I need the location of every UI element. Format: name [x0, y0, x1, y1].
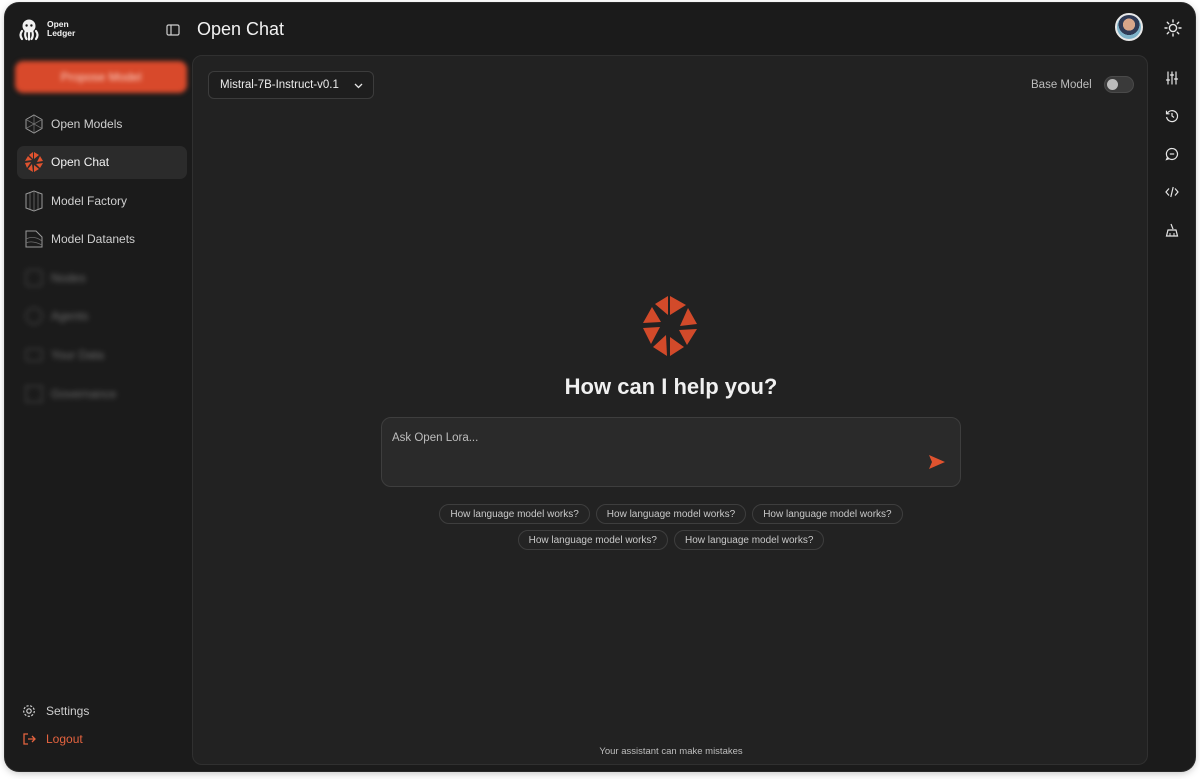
- toggle-knob: [1107, 79, 1118, 90]
- app-window: Open Ledger Open Chat Propose Model Open: [5, 3, 1195, 771]
- chat-panel: Mistral-7B-Instruct-v0.1 Base Model How …: [192, 55, 1148, 765]
- model-factory-icon: [25, 190, 43, 212]
- logout-label: Logout: [46, 732, 83, 746]
- sidebar-item-open-chat[interactable]: Open Chat: [17, 145, 187, 179]
- suggestion-chip[interactable]: How language model works?: [439, 504, 590, 524]
- settings-link[interactable]: Settings: [22, 704, 89, 718]
- suggestion-chip[interactable]: How language model works?: [517, 530, 668, 550]
- sidebar-item-governance[interactable]: Governance: [17, 377, 187, 410]
- hero-title: How can I help you?: [564, 374, 778, 399]
- sidebar-item-nodes[interactable]: Nodes: [17, 261, 187, 294]
- propose-model-button[interactable]: Propose Model: [15, 61, 187, 93]
- agents-icon: [25, 307, 43, 325]
- suggestion-chip[interactable]: How language model works?: [752, 504, 903, 524]
- suggestion-chips: How language model works? How language m…: [381, 504, 961, 550]
- sun-icon[interactable]: [1164, 19, 1182, 37]
- model-datanets-icon: [25, 230, 43, 248]
- code-icon[interactable]: [1165, 185, 1179, 199]
- sidebar-item-label: Open Chat: [51, 155, 110, 170]
- sidebar-item-model-factory[interactable]: Model Factory: [17, 184, 187, 217]
- disclaimer: Your assistant can make mistakes: [599, 746, 743, 757]
- right-toolbar: [1165, 71, 1181, 261]
- sidebar-item-label: Open Models: [51, 116, 123, 131]
- page-title: Open Chat: [197, 19, 285, 39]
- model-select-value: Mistral-7B-Instruct-v0.1: [220, 79, 339, 91]
- sidebar-item-model-datanets[interactable]: Model Datanets: [17, 223, 187, 256]
- gear-icon: [23, 705, 35, 717]
- governance-icon: [25, 385, 43, 403]
- cleanup-icon[interactable]: [1165, 223, 1179, 237]
- sidebar-item-open-models[interactable]: Open Models: [17, 107, 187, 140]
- sidebar-item-label: Your Data: [51, 348, 104, 363]
- sidebar-item-label: Agents: [51, 309, 89, 324]
- base-model-toggle[interactable]: [1104, 76, 1134, 93]
- sidebar-item-label: Model Datanets: [51, 232, 136, 247]
- open-chat-icon: [25, 152, 43, 173]
- chevron-down-icon: [354, 83, 363, 89]
- chat-bubble-icon[interactable]: [1165, 147, 1179, 161]
- logout-link[interactable]: Logout: [22, 732, 83, 746]
- chat-composer: [381, 417, 961, 487]
- suggestion-chip[interactable]: How language model works?: [595, 504, 747, 524]
- sidebar-nav: Open Models Open Chat Model Factory Mode…: [17, 107, 187, 416]
- sidebar-item-label: Nodes: [51, 270, 86, 285]
- suggestion-chip[interactable]: How language model works?: [674, 530, 825, 550]
- openledger-hex-logo-icon: [643, 296, 697, 356]
- logout-icon: [23, 733, 36, 745]
- sidebar-toggle-icon[interactable]: [166, 23, 180, 37]
- history-icon[interactable]: [1165, 109, 1179, 123]
- logo-text-line2: Ledger: [47, 28, 76, 38]
- sliders-icon[interactable]: [1165, 71, 1179, 85]
- chat-input[interactable]: [392, 428, 912, 448]
- sidebar-item-data[interactable]: Your Data: [17, 339, 187, 372]
- settings-label: Settings: [46, 704, 90, 718]
- data-icon: [25, 348, 43, 362]
- base-model-label: Base Model: [1031, 79, 1092, 91]
- send-icon[interactable]: [928, 454, 946, 470]
- logo[interactable]: Open Ledger: [17, 17, 75, 41]
- sidebar-item-label: Model Factory: [51, 193, 128, 208]
- nodes-icon: [25, 269, 43, 287]
- sidebar: Propose Model Open Models Open Chat Mode…: [5, 55, 191, 771]
- sidebar-item-label: Governance: [51, 386, 117, 401]
- model-select[interactable]: Mistral-7B-Instruct-v0.1: [208, 71, 374, 99]
- user-avatar[interactable]: [1115, 13, 1143, 41]
- octopus-logo-icon: [19, 19, 39, 41]
- open-models-icon: [25, 113, 43, 134]
- sidebar-item-agents[interactable]: Agents: [17, 300, 187, 333]
